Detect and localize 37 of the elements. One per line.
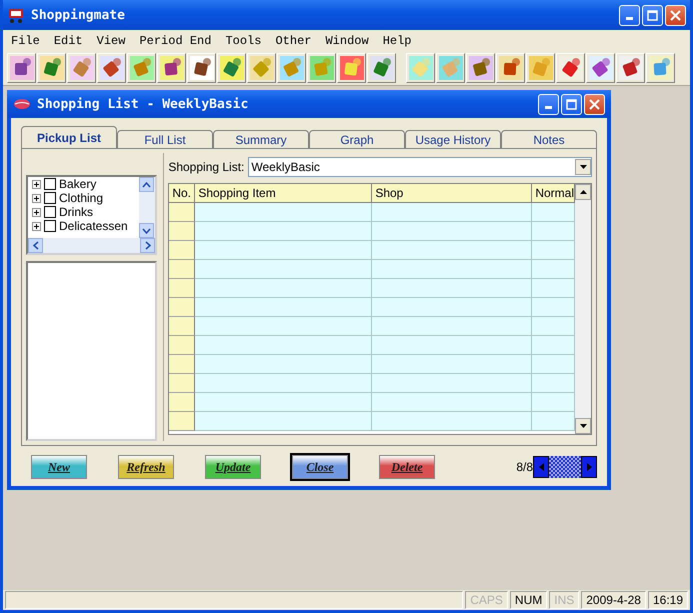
tab[interactable]: Full List [117, 130, 213, 148]
window-title: Shopping List - WeeklyBasic [37, 96, 250, 112]
tab[interactable]: Usage History [405, 130, 501, 148]
menu-item[interactable]: Window [325, 34, 369, 48]
status-indicator: INS [549, 591, 580, 609]
action-button[interactable]: Close [292, 455, 348, 479]
column-header[interactable]: Shopping Item [195, 184, 372, 203]
menu-item[interactable]: File [11, 34, 40, 48]
field-label: Shopping List: [168, 160, 244, 174]
action-button[interactable]: Update [205, 455, 261, 479]
action-button[interactable]: New [31, 455, 87, 479]
status-indicator: CAPS [465, 591, 508, 609]
shopping-list-dropdown[interactable]: WeeklyBasic [248, 157, 592, 177]
category-label[interactable]: Delicatessen [59, 219, 128, 233]
menu-item[interactable]: Help [382, 34, 412, 48]
menu-item[interactable]: Edit [54, 34, 83, 48]
column-header[interactable]: No. [169, 184, 196, 203]
menu-item[interactable]: View [96, 34, 126, 48]
menu-item[interactable]: Period End [139, 34, 212, 48]
status-indicator: 16:19 [648, 591, 688, 609]
tab[interactable]: Pickup List [21, 126, 117, 148]
category-label[interactable]: Drinks [59, 205, 94, 219]
category-label[interactable]: Clothing [59, 191, 104, 205]
menu-item[interactable]: Other [275, 34, 312, 48]
action-button[interactable]: Delete [379, 455, 435, 479]
window-title: Shoppingmate [31, 8, 126, 22]
action-button[interactable]: Refresh [118, 455, 174, 479]
tab[interactable]: Graph [309, 130, 405, 148]
column-header[interactable]: Shop [372, 184, 532, 203]
category-label[interactable]: Bakery [59, 177, 96, 191]
record-position: 8/8 [516, 460, 533, 474]
status-indicator: 2009-4-28 [581, 591, 646, 609]
menu-item[interactable]: Tools [225, 34, 262, 48]
status-indicator: NUM [510, 591, 548, 609]
tab[interactable]: Notes [501, 130, 597, 148]
column-header[interactable]: Normal [532, 184, 575, 203]
tab[interactable]: Summary [213, 130, 309, 148]
